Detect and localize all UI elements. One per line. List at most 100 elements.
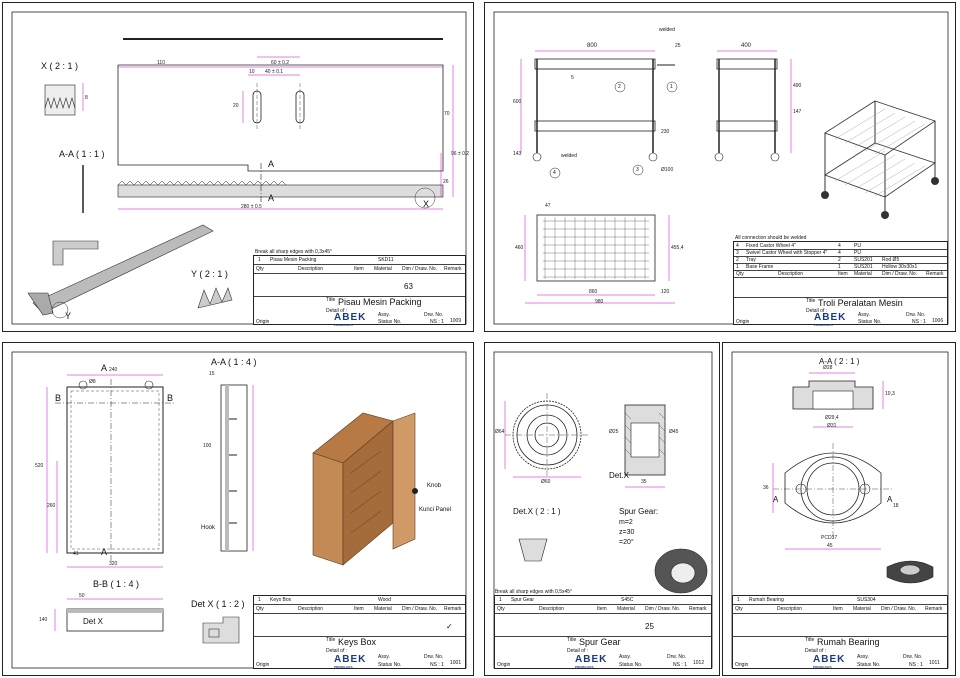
- header-item: Item: [833, 606, 843, 612]
- dimension-143: 143: [513, 151, 522, 157]
- bom-description: Keys Box: [270, 597, 292, 603]
- dimension-490: 490: [793, 83, 802, 89]
- dimension-400: 400: [741, 43, 752, 49]
- status-label: Status No.: [619, 662, 643, 668]
- dimension-25: 25: [675, 43, 681, 49]
- header-item: Item: [354, 606, 364, 612]
- title-block: 4 Fixed Castor Wheel 4" 4 PU 3 Swivel Ca…: [733, 241, 948, 327]
- company-logo: ABEK PROMAJAYA: [575, 654, 607, 669]
- bom-material: SUS304: [857, 597, 876, 603]
- view-label-aa-section: A-A ( 1 : 1 ): [59, 149, 105, 159]
- drawing-title: Spur Gear: [579, 637, 621, 647]
- header-dim: Dim / Draw. No.: [402, 606, 438, 612]
- weld-note-bottom: welded: [561, 153, 577, 159]
- header-description: Description: [539, 606, 565, 612]
- dimension-wheel-100: Ø100: [661, 167, 674, 173]
- dimension-70: 70: [444, 111, 450, 117]
- drw-no-label: Drw. No.: [903, 654, 923, 660]
- drawing-number: 1012: [693, 660, 705, 666]
- hardness-value: 63: [404, 282, 413, 291]
- dimension-860: 860: [589, 289, 598, 295]
- callout-1: 1: [670, 84, 673, 90]
- header-qty: Qty: [256, 266, 264, 272]
- ns-value: NS : 1: [430, 319, 444, 325]
- assy-label: Assy.: [858, 312, 870, 318]
- section-marker-a-left: A: [773, 495, 779, 504]
- view-label-bb: B-B ( 1 : 4 ): [93, 579, 140, 589]
- view-label-det-x: Det X ( 1 : 2 ): [191, 599, 245, 609]
- drawing-title: Rumah Bearing: [817, 637, 880, 647]
- section-marker-a-right: A: [887, 495, 893, 504]
- dimension-45: Ø45: [669, 429, 679, 435]
- dimension-29-4: Ø29,4: [825, 415, 839, 421]
- status-label: Status No.: [378, 662, 402, 668]
- bom-qty: 1: [737, 597, 740, 603]
- header-description: Description: [298, 606, 324, 612]
- logo-subtext: PROMAJAYA: [575, 665, 594, 669]
- drawing-sheet-spur-gear: Ø64 Ø60 35 Ø45 Ø25 Det.X Det.X ( 2 : 1 )…: [484, 342, 720, 676]
- dimension-980: 980: [595, 299, 604, 305]
- bom-description: Rumah Bearing: [749, 597, 784, 603]
- drawing-sheet-troli: 800 25 5 600 143 230 Ø100 400 490 147 47…: [484, 2, 956, 332]
- title-block-divider: [734, 277, 947, 278]
- section-marker-a-top: A: [101, 363, 108, 373]
- detail-marker-x: X: [423, 199, 430, 209]
- company-logo: ABEK PROMAJAYA: [813, 654, 845, 669]
- dimension-96: 96 ± 0.2: [451, 151, 470, 157]
- dimension-10: 10: [249, 69, 255, 75]
- title-label: Title: [326, 637, 336, 643]
- drawing-title: Keys Box: [338, 637, 377, 647]
- dimension-260: 260: [47, 503, 56, 509]
- header-material: Material: [853, 606, 871, 612]
- dimension-8: 8: [85, 95, 88, 101]
- title-block-divider: [733, 604, 947, 605]
- title-block-divider: [254, 264, 465, 265]
- view-label-det-x: Det.X ( 2 : 1 ): [513, 507, 561, 516]
- dimension-50: 50: [79, 593, 85, 599]
- callout-2: 2: [618, 84, 621, 90]
- callout-3: 3: [636, 167, 639, 173]
- dimension-rod-5: 5: [571, 75, 574, 81]
- header-material: Material: [374, 266, 392, 272]
- dimension-455: 455,4: [671, 245, 684, 251]
- detail-marker-y: Y: [65, 311, 72, 321]
- header-qty: Qty: [256, 606, 264, 612]
- callout-kunci-panel: Kunci Panel: [419, 507, 452, 513]
- drawing-sheet-rumah-bearing: A-A ( 2 : 1 ) Ø28 Ø29,4 Ø31 10,3 PCD37 4…: [722, 342, 956, 676]
- dimension-25: Ø25: [609, 429, 619, 435]
- drw-no-label: Drw. No.: [906, 312, 926, 318]
- drawing-title: Troli Peralatan Mesin: [818, 298, 903, 308]
- bom-qty: 1: [258, 257, 261, 263]
- dimension-60: Ø60: [541, 479, 551, 485]
- gear-spec-pressure-angle: =20°: [619, 539, 634, 546]
- dimension-10-3: 10,3: [885, 391, 895, 397]
- title-block: 1 Keys Box Wood Qty Description Item Mat…: [253, 595, 466, 669]
- assy-label: Assy.: [857, 654, 869, 660]
- dimension-64: Ø64: [495, 429, 505, 435]
- header-description: Description: [298, 266, 324, 272]
- header-dim: Dim / Draw. No.: [645, 606, 681, 612]
- dimension-320: 320: [109, 561, 118, 567]
- drawing-number: 1009: [450, 318, 462, 324]
- header-remark: Remark: [444, 606, 462, 612]
- status-label: Status No.: [378, 319, 402, 325]
- dimension-pcd37: PCD37: [821, 535, 838, 541]
- header-dim: Dim / Draw. No.: [881, 606, 917, 612]
- origin-label: Origin: [497, 662, 511, 668]
- logo-subtext: PROMAJAYA: [813, 665, 832, 669]
- detail-marker-x: Det X: [83, 617, 104, 626]
- bom-description: Pisau Mesin Packing: [270, 257, 317, 263]
- ns-value: NS : 1: [909, 662, 923, 668]
- status-label: Status No.: [858, 319, 882, 325]
- dimension-147: 147: [793, 109, 802, 115]
- dimension-280: 280 ± 0.5: [241, 204, 262, 210]
- logo-subtext: PROMAJAYA: [334, 323, 353, 327]
- dimension-28: Ø28: [823, 365, 833, 371]
- drw-no-label: Drw. No.: [424, 312, 444, 318]
- title-block-divider: [733, 613, 947, 614]
- dimension-240: 240: [109, 367, 118, 373]
- title-block-divider: [254, 613, 465, 614]
- drawing-sheet-keys-box: 240 Ø8 520 260 41 320 15 100 50 140 B B …: [2, 342, 474, 676]
- bom-qty: 1: [499, 597, 502, 603]
- section-marker-a-bottom: A: [101, 547, 108, 557]
